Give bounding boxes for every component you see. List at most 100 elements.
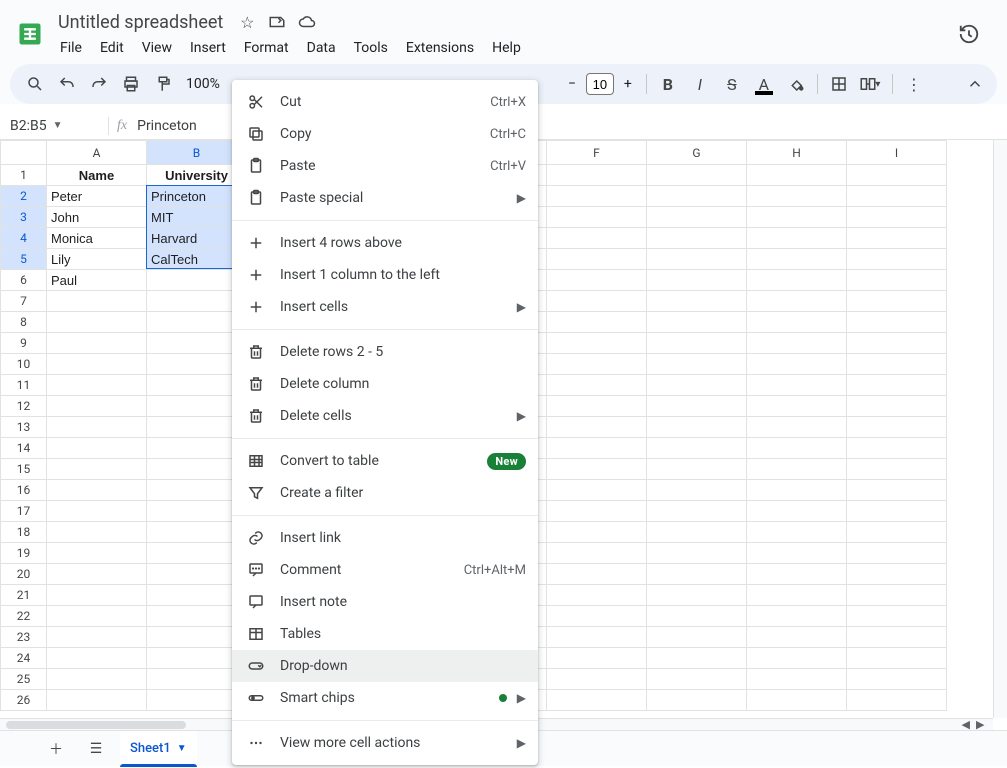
cell[interactable] [747,186,847,207]
cell[interactable] [847,186,947,207]
cell[interactable] [47,291,147,312]
cell[interactable] [547,228,647,249]
context-menu-item[interactable]: Convert to tableNew [232,445,538,477]
strikethrough-button[interactable]: S [717,69,747,99]
move-icon[interactable] [265,10,289,34]
add-sheet-button[interactable]: ＋ [40,733,72,765]
cell[interactable] [747,690,847,711]
context-menu-item[interactable]: Tables [232,618,538,650]
cell[interactable] [647,585,747,606]
cell[interactable] [47,333,147,354]
context-menu-item[interactable]: Smart chips▶ [232,682,538,714]
cell[interactable] [747,333,847,354]
text-color-button[interactable]: A [749,69,779,99]
row-header[interactable]: 11 [1,375,47,396]
cell[interactable] [847,627,947,648]
cell[interactable] [47,459,147,480]
sheet-tab-dropdown-icon[interactable]: ▼ [177,743,187,754]
cell[interactable] [47,375,147,396]
row-header[interactable]: 17 [1,501,47,522]
context-menu-item[interactable]: Delete rows 2 - 5 [232,336,538,368]
cell[interactable] [747,438,847,459]
cell[interactable] [747,522,847,543]
cell[interactable] [547,501,647,522]
cell[interactable] [647,312,747,333]
context-menu-item[interactable]: Insert 4 rows above [232,227,538,259]
cloud-status-icon[interactable] [295,10,319,34]
fill-color-button[interactable] [781,69,811,99]
cell[interactable]: John [47,207,147,228]
cell[interactable] [547,186,647,207]
cell[interactable] [647,333,747,354]
cell[interactable] [847,543,947,564]
cell[interactable] [747,270,847,291]
row-header[interactable]: 16 [1,480,47,501]
context-menu-item[interactable]: Insert link [232,522,538,554]
undo-button[interactable] [52,69,82,99]
merge-cells-button[interactable]: ▾ [856,69,886,99]
cell[interactable] [547,375,647,396]
row-header[interactable]: 26 [1,690,47,711]
menu-view[interactable]: View [134,36,180,60]
context-menu-item[interactable]: Insert note [232,586,538,618]
cell[interactable] [547,543,647,564]
context-menu-item[interactable]: Paste special▶ [232,182,538,214]
row-header[interactable]: 10 [1,354,47,375]
column-header[interactable]: I [847,141,947,165]
cell[interactable] [747,480,847,501]
sheets-logo-icon[interactable] [10,14,50,54]
cell[interactable] [847,522,947,543]
cell[interactable] [847,270,947,291]
cell[interactable] [847,669,947,690]
cell[interactable] [547,564,647,585]
sheet-nav-left-icon[interactable]: ◀ [960,718,972,730]
cell[interactable] [647,375,747,396]
menu-data[interactable]: Data [299,36,344,60]
sheet-tab-active[interactable]: Sheet1 ▼ [120,731,197,767]
menu-format[interactable]: Format [236,36,297,60]
cell[interactable] [647,396,747,417]
cell[interactable] [747,585,847,606]
cell[interactable] [647,249,747,270]
cell[interactable] [747,564,847,585]
row-header[interactable]: 20 [1,564,47,585]
cell[interactable] [847,606,947,627]
row-header[interactable]: 22 [1,606,47,627]
cell[interactable] [47,522,147,543]
cell[interactable] [847,333,947,354]
collapse-toolbar-button[interactable] [961,70,989,98]
paint-format-button[interactable] [148,69,178,99]
row-header[interactable]: 5 [1,249,47,270]
cell[interactable] [47,690,147,711]
cell[interactable] [547,438,647,459]
cell[interactable] [547,606,647,627]
context-menu-item[interactable]: CommentCtrl+Alt+M [232,554,538,586]
print-button[interactable] [116,69,146,99]
row-header[interactable]: 4 [1,228,47,249]
cell[interactable] [747,354,847,375]
cell[interactable] [47,648,147,669]
cell[interactable] [547,669,647,690]
cell[interactable] [647,627,747,648]
cell[interactable] [747,165,847,186]
cell[interactable] [47,480,147,501]
cell[interactable] [647,354,747,375]
cell[interactable] [847,291,947,312]
cell[interactable] [747,249,847,270]
cell[interactable] [47,669,147,690]
cell[interactable] [847,249,947,270]
context-menu-item[interactable]: Drop-down [232,650,538,682]
context-menu-item[interactable]: CutCtrl+X [232,86,538,118]
menu-edit[interactable]: Edit [92,36,132,60]
column-header[interactable]: F [547,141,647,165]
cell[interactable] [547,354,647,375]
cell[interactable] [747,291,847,312]
row-header[interactable]: 13 [1,417,47,438]
star-icon[interactable]: ☆ [235,10,259,34]
cell[interactable] [747,459,847,480]
cell[interactable] [847,564,947,585]
borders-button[interactable] [824,69,854,99]
cell[interactable] [847,312,947,333]
cell[interactable] [847,375,947,396]
cell[interactable] [47,543,147,564]
